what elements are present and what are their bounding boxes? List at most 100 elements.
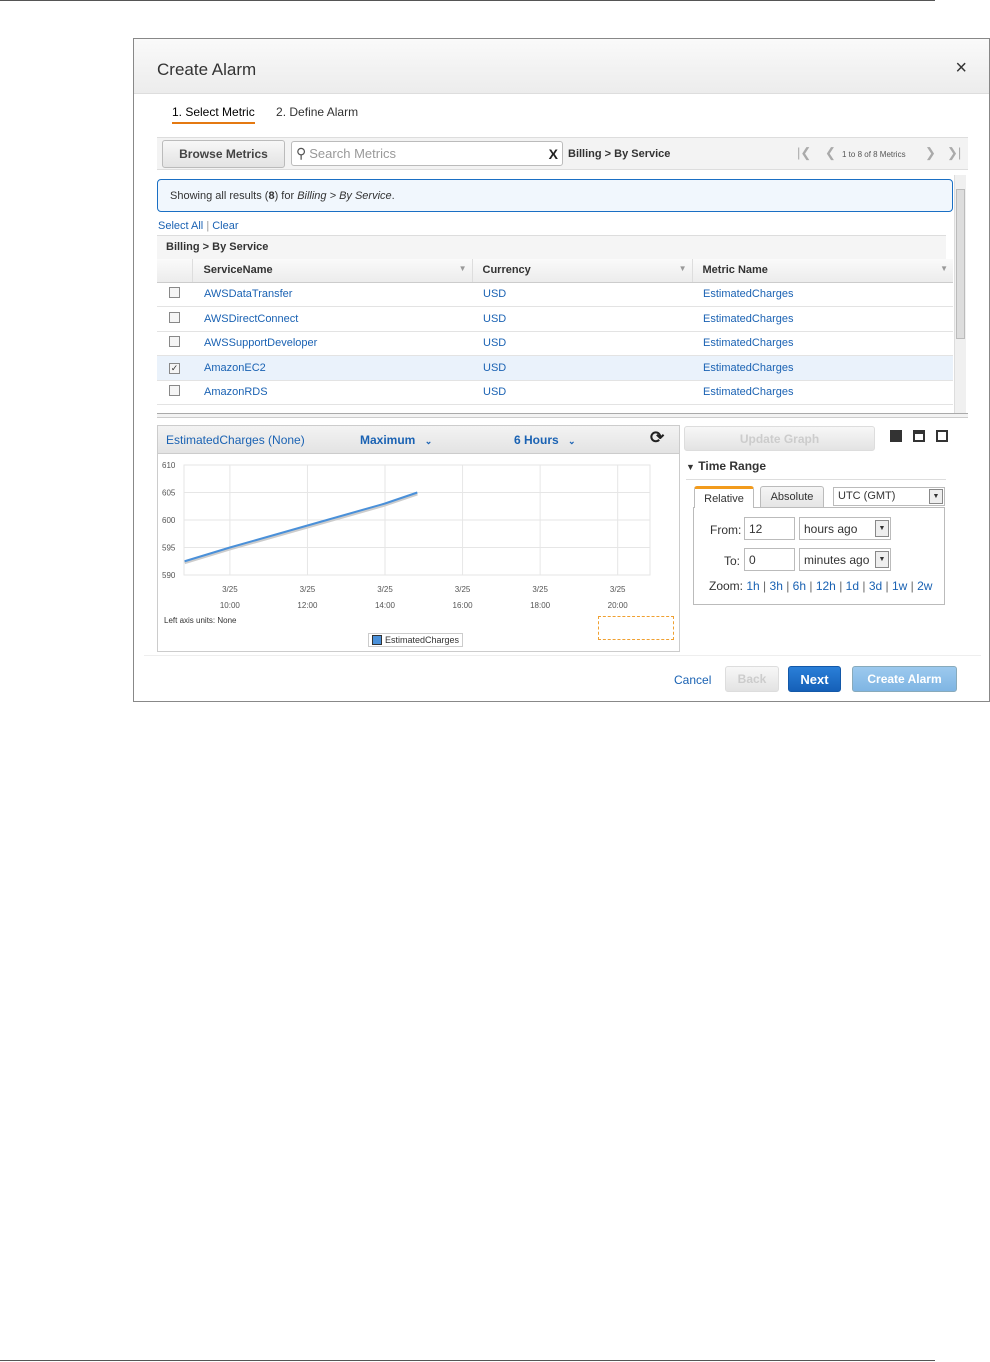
- metric-name-link[interactable]: EstimatedCharges: [703, 362, 794, 374]
- step-define-alarm[interactable]: 2. Define Alarm: [276, 105, 358, 122]
- scrollbar-thumb[interactable]: [956, 189, 965, 339]
- zoom-label: Zoom:: [709, 579, 744, 593]
- next-page-icon[interactable]: ❯: [925, 145, 936, 161]
- row-checkbox[interactable]: ✓: [169, 362, 180, 374]
- legend-swatch: [372, 635, 382, 645]
- zoom-12h-link[interactable]: 12h: [816, 579, 836, 593]
- info-suffix: .: [391, 190, 395, 202]
- graph-metric-title[interactable]: EstimatedCharges (None): [166, 433, 305, 447]
- refresh-icon[interactable]: ⟳: [650, 428, 664, 448]
- metric-name-link[interactable]: EstimatedCharges: [703, 288, 794, 300]
- table-scrollbar[interactable]: [954, 175, 966, 413]
- time-range-panel: Relative Absolute UTC (GMT) ▼ From: 12 ho…: [692, 486, 945, 606]
- close-icon[interactable]: ×: [955, 57, 967, 80]
- table-row[interactable]: AWSSupportDeveloper USD EstimatedCharges: [157, 331, 953, 356]
- zoom-1d-link[interactable]: 1d: [846, 579, 859, 593]
- zoom-2w-link[interactable]: 2w: [917, 579, 932, 593]
- zoom-3h-link[interactable]: 3h: [770, 579, 783, 593]
- row-checkbox[interactable]: [169, 336, 180, 348]
- info-path: Billing > By Service: [297, 190, 392, 202]
- col-metric-name[interactable]: Metric Name ▼: [692, 259, 953, 283]
- graph-panel: EstimatedCharges (None) Maximum ⌄ 6 Hour…: [157, 425, 680, 652]
- table-row[interactable]: AWSDirectConnect USD EstimatedCharges: [157, 306, 953, 332]
- clear-link[interactable]: Clear: [212, 220, 238, 232]
- to-unit-select[interactable]: minutes ago ▼: [799, 548, 891, 571]
- service-name-link[interactable]: AWSDirectConnect: [204, 313, 298, 325]
- timezone-select[interactable]: UTC (GMT) ▼: [833, 487, 945, 506]
- paging-info: 1 to 8 of 8 Metrics: [842, 150, 906, 159]
- resize-splitter[interactable]: [157, 413, 968, 418]
- currency-link[interactable]: USD: [483, 313, 506, 325]
- metrics-table: ServiceName ▼ Currency ▼ Metric Name ▼ AWSD…: [157, 259, 953, 405]
- search-placeholder: Search Metrics: [309, 146, 396, 161]
- tab-relative[interactable]: Relative: [694, 486, 754, 508]
- tab-absolute[interactable]: Absolute: [760, 486, 824, 507]
- service-name-link[interactable]: AmazonEC2: [204, 362, 266, 374]
- breadcrumb: Billing > By Service: [568, 148, 671, 160]
- row-checkbox[interactable]: [169, 287, 180, 299]
- x-tick-time: 10:00: [220, 601, 241, 610]
- zoom-1h-link[interactable]: 1h: [746, 579, 759, 593]
- info-text: Showing all results (: [170, 190, 269, 202]
- metric-name-link[interactable]: EstimatedCharges: [703, 313, 794, 325]
- layout-large-icon[interactable]: [936, 430, 948, 442]
- metric-name-link[interactable]: EstimatedCharges: [703, 386, 794, 398]
- y-tick-label: 605: [162, 489, 176, 498]
- step-select-metric[interactable]: 1. Select Metric: [172, 105, 255, 124]
- zoom-1w-link[interactable]: 1w: [892, 579, 907, 593]
- cancel-link[interactable]: Cancel: [674, 673, 711, 687]
- results-info-banner: Showing all results (8) for Billing > By…: [157, 179, 953, 212]
- statistic-dropdown[interactable]: Maximum ⌄: [360, 433, 432, 447]
- dialog-header: Create Alarm ×: [134, 39, 989, 94]
- row-checkbox[interactable]: [169, 385, 180, 397]
- back-button[interactable]: Back: [725, 666, 779, 692]
- from-label: From:: [710, 523, 742, 537]
- service-name-link[interactable]: AWSDataTransfer: [204, 288, 292, 300]
- y-tick-label: 595: [162, 544, 176, 553]
- axis-units-label: Left axis units: None: [164, 616, 237, 625]
- first-page-icon[interactable]: |❮: [797, 145, 811, 161]
- zoom-3d-link[interactable]: 3d: [869, 579, 882, 593]
- service-name-link[interactable]: AmazonRDS: [204, 386, 268, 398]
- chart-legend: EstimatedCharges: [368, 633, 464, 647]
- from-value-input[interactable]: 12: [744, 517, 795, 540]
- col-currency[interactable]: Currency ▼: [472, 259, 693, 283]
- x-tick-time: 12:00: [297, 601, 318, 610]
- currency-link[interactable]: USD: [483, 288, 506, 300]
- wizard-steps: 1. Select Metric 2. Define Alarm: [172, 105, 376, 124]
- legend-label: EstimatedCharges: [385, 635, 460, 645]
- currency-link[interactable]: USD: [483, 337, 506, 349]
- browse-metrics-button[interactable]: Browse Metrics: [162, 140, 285, 168]
- next-button[interactable]: Next: [788, 666, 841, 692]
- x-tick-date: 3/25: [532, 585, 548, 594]
- zoom-links: Zoom: 1h | 3h | 6h | 12h | 1d | 3d | 1w …: [709, 579, 933, 593]
- metric-name-link[interactable]: EstimatedCharges: [703, 337, 794, 349]
- search-metrics-input[interactable]: ⚲ Search Metrics X: [291, 141, 563, 166]
- layout-small-icon[interactable]: [890, 430, 902, 442]
- table-header: ServiceName ▼ Currency ▼ Metric Name ▼: [157, 259, 953, 283]
- service-name-link[interactable]: AWSSupportDeveloper: [204, 337, 317, 349]
- time-range-toggle[interactable]: ▼ Time Range: [686, 459, 946, 480]
- from-unit-select[interactable]: hours ago ▼: [799, 517, 891, 540]
- currency-link[interactable]: USD: [483, 362, 506, 374]
- x-tick-time: 18:00: [530, 601, 551, 610]
- col-servicename[interactable]: ServiceName ▼: [192, 259, 473, 283]
- table-row[interactable]: ✓ AmazonEC2 USD EstimatedCharges: [157, 355, 953, 381]
- dialog-title: Create Alarm: [157, 60, 257, 79]
- select-all-link[interactable]: Select All: [158, 220, 203, 232]
- create-alarm-button[interactable]: Create Alarm: [852, 666, 957, 692]
- prev-page-icon[interactable]: ❮: [825, 145, 836, 161]
- currency-link[interactable]: USD: [483, 386, 506, 398]
- period-dropdown[interactable]: 6 Hours ⌄: [514, 433, 576, 447]
- row-checkbox[interactable]: [169, 311, 180, 323]
- zoom-6h-link[interactable]: 6h: [793, 579, 806, 593]
- relative-panel: From: 12 hours ago ▼ To: 0 minutes ago ▼ Z…: [693, 507, 945, 605]
- table-row[interactable]: AmazonRDS USD EstimatedCharges: [157, 380, 953, 405]
- update-graph-button[interactable]: Update Graph: [684, 426, 875, 451]
- last-page-icon[interactable]: ❯|: [947, 145, 961, 161]
- clear-search-icon[interactable]: X: [549, 146, 558, 162]
- layout-medium-icon[interactable]: [913, 430, 925, 442]
- to-value-input[interactable]: 0: [744, 548, 795, 571]
- top-rule: [0, 0, 935, 1]
- table-row[interactable]: AWSDataTransfer USD EstimatedCharges: [157, 282, 953, 307]
